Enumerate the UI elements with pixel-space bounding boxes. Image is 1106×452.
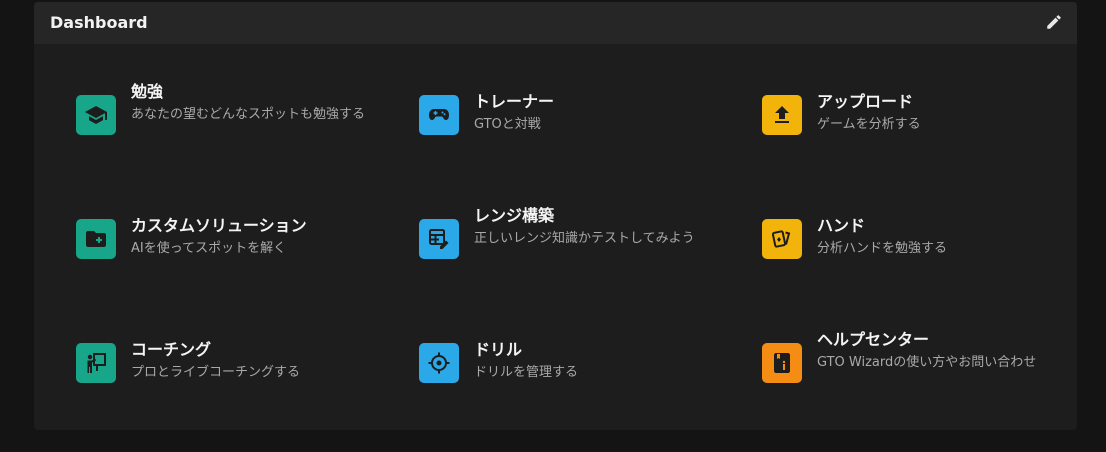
tile-desc: AIを使ってスポットを解く [131,241,287,256]
page-title: Dashboard [50,13,148,32]
tile-icon-bg [419,95,459,135]
tile-title: 勉強 [131,82,164,101]
edit-button[interactable] [1045,13,1063,31]
dashboard-panel: Dashboard 勉強 あなたの望むどんなスポットも勉強する トレーナー GT… [34,2,1077,430]
tile-help-center[interactable]: ヘルプセンター GTO Wizardの使い方やお問い合わせ [762,330,1062,400]
tile-title: トレーナー [474,92,555,111]
help-book-icon [774,353,790,373]
tile-upload[interactable]: アップロード ゲームを分析する [762,92,1062,162]
dashboard-grid: 勉強 あなたの望むどんなスポットも勉強する トレーナー GTOと対戦 アップロー… [34,44,1077,430]
tile-title: カスタムソリューション [131,216,307,235]
graduation-cap-icon [85,106,107,124]
tile-title: レンジ構築 [474,206,555,225]
tile-title: コーチング [131,340,212,359]
tile-icon-bg [762,95,802,135]
tile-hands[interactable]: ハンド 分析ハンドを勉強する [762,216,1062,286]
tile-range-builder[interactable]: レンジ構築 正しいレンジ知識かテストしてみよう [419,206,719,276]
tile-desc: GTOと対戦 [474,117,541,132]
folder-plus-icon [86,231,106,247]
tile-icon-bg [76,343,116,383]
upload-icon [775,106,789,123]
tile-desc: あなたの望むどんなスポットも勉強する [131,107,366,122]
tile-study[interactable]: 勉強 あなたの望むどんなスポットも勉強する [76,82,376,152]
crosshair-icon [428,352,450,374]
tile-icon-bg [419,219,459,259]
tile-desc: 正しいレンジ知識かテストしてみよう [474,231,695,246]
range-builder-icon [429,229,449,249]
gamepad-icon [429,109,449,120]
coach-icon [87,353,106,373]
tile-desc: ゲームを分析する [817,117,921,132]
tile-icon-bg [762,343,802,383]
pencil-icon [1047,15,1061,29]
panel-header: Dashboard [34,2,1077,44]
tile-custom-solution[interactable]: カスタムソリューション AIを使ってスポットを解く [76,216,376,286]
cards-icon [771,230,791,248]
tile-title: ドリル [474,340,523,359]
tile-desc: GTO Wizardの使い方やお問い合わせ [817,355,1037,370]
tile-desc: 分析ハンドを勉強する [817,241,948,256]
tile-icon-bg [76,95,116,135]
tile-title: ヘルプセンター [817,330,930,349]
tile-desc: ドリルを管理する [474,365,579,380]
tile-icon-bg [419,343,459,383]
tile-desc: プロとライブコーチングする [131,365,301,380]
tile-icon-bg [76,219,116,259]
tile-drills[interactable]: ドリル ドリルを管理する [419,340,719,410]
tile-title: ハンド [817,216,866,235]
tile-title: アップロード [817,92,914,111]
tile-coaching[interactable]: コーチング プロとライブコーチングする [76,340,376,410]
tile-icon-bg [762,219,802,259]
tile-trainer[interactable]: トレーナー GTOと対戦 [419,92,719,162]
